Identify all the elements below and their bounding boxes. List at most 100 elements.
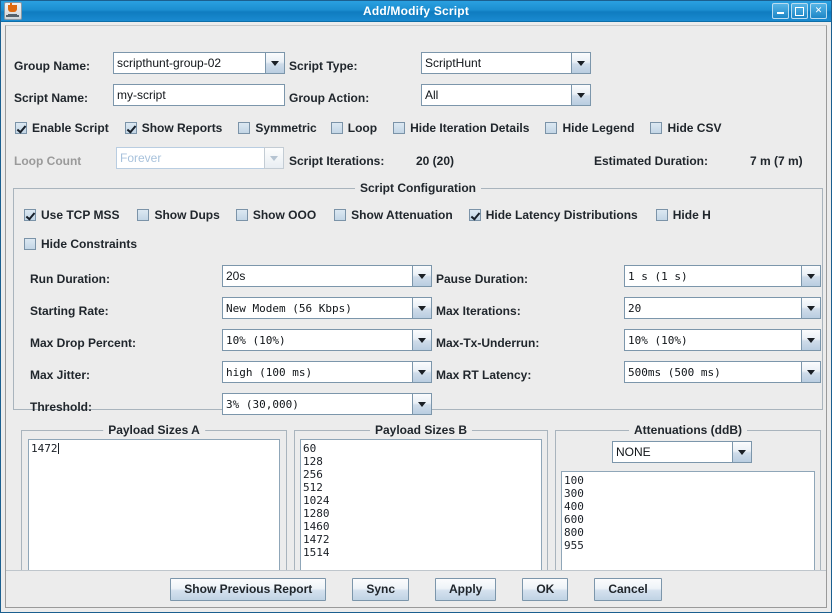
- checkbox-loop[interactable]: Loop: [330, 121, 378, 135]
- script-iterations-label: Script Iterations:: [289, 154, 385, 168]
- checkbox-symmetric[interactable]: Symmetric: [238, 121, 317, 135]
- checkbox-show-reports[interactable]: Show Reports: [124, 121, 222, 135]
- checkbox-hide-iteration-details[interactable]: Hide Iteration Details: [393, 121, 529, 135]
- attenuations-selected: NONE: [612, 441, 732, 463]
- combo-starting-rate[interactable]: New Modem (56 Kbps): [222, 297, 432, 319]
- combo-max-iterations[interactable]: 20: [624, 297, 821, 319]
- chevron-down-icon[interactable]: [412, 329, 432, 351]
- checkbox-label: Symmetric: [255, 121, 317, 135]
- checkbox-unchecked-icon: [334, 209, 347, 221]
- list-item: 400: [564, 500, 584, 513]
- attenuations-combo[interactable]: NONE: [612, 441, 752, 463]
- combo-max-tx-underrun[interactable]: 10% (10%): [624, 329, 821, 351]
- button-apply[interactable]: Apply: [435, 577, 497, 601]
- label-pause-duration: Pause Duration:: [436, 272, 529, 286]
- list-item: 1472: [303, 533, 330, 546]
- checkbox-unchecked-icon: [235, 209, 248, 221]
- list-item: 60: [303, 442, 317, 455]
- attenuations-textarea[interactable]: 100 300 400 600 800 955: [561, 471, 815, 582]
- chevron-down-icon[interactable]: [412, 297, 432, 319]
- loop-count-value: Forever: [116, 147, 264, 169]
- script-type-label: Script Type:: [289, 59, 358, 73]
- chevron-down-icon: [264, 147, 284, 169]
- button-sync[interactable]: Sync: [352, 577, 409, 601]
- java-cup-icon: [4, 2, 22, 20]
- list-item: 1472: [31, 442, 59, 455]
- title-bar: Add/Modify Script ✕: [1, 1, 831, 22]
- combo-pause-duration[interactable]: 1 s (1 s): [624, 265, 821, 287]
- dialog-content: Group Name: scripthunt-group-02 Script T…: [5, 25, 827, 608]
- chevron-down-icon[interactable]: [801, 329, 821, 351]
- combo-threshold[interactable]: 3% (30,000): [222, 393, 432, 415]
- checkbox-checked-icon: [24, 209, 36, 221]
- list-item: 600: [564, 513, 584, 526]
- script-config-options-row-2: Hide Constraints: [24, 235, 137, 253]
- chevron-down-icon[interactable]: [571, 52, 591, 74]
- script-config-options-row-1: Use TCP MSS Show Dups Show OOO Show Attenua…: [24, 206, 822, 224]
- chevron-down-icon[interactable]: [412, 265, 432, 287]
- checkbox-unchecked-icon: [238, 122, 251, 134]
- window-title: Add/Modify Script: [362, 4, 470, 18]
- list-item: 128: [303, 455, 323, 468]
- combo-run-duration[interactable]: 20s: [222, 265, 432, 287]
- list-item: 1024: [303, 494, 330, 507]
- checkbox-hide-h[interactable]: Hide H: [655, 208, 711, 222]
- combo-value-pause-duration: 1 s (1 s): [624, 265, 801, 287]
- script-name-input[interactable]: my-script: [113, 84, 285, 106]
- estimated-duration-value: 7 m (7 m): [750, 154, 803, 168]
- checkbox-unchecked-icon: [330, 122, 343, 134]
- maximize-button[interactable]: [791, 3, 808, 19]
- text-caret: [57, 443, 59, 454]
- payload-sizes-a-textarea[interactable]: 1472: [28, 439, 280, 582]
- checkbox-hide-latency-distributions[interactable]: Hide Latency Distributions: [468, 208, 638, 222]
- payload-sizes-b-textarea[interactable]: 60 128 256 512 1024 1280 1460 1472 1514: [300, 439, 542, 582]
- minimize-button[interactable]: [772, 3, 789, 19]
- checkbox-hide-csv[interactable]: Hide CSV: [650, 121, 721, 135]
- group-action-combo[interactable]: All: [421, 84, 591, 106]
- payload-sizes-a-panel: Payload Sizes A 1472: [21, 423, 287, 590]
- checkbox-label: Show OOO: [252, 208, 317, 222]
- script-iterations-value: 20 (20): [416, 154, 455, 168]
- chevron-down-icon[interactable]: [571, 84, 591, 106]
- button-show-previous-report[interactable]: Show Previous Report: [170, 577, 327, 601]
- label-max-iterations: Max Iterations:: [436, 304, 521, 318]
- combo-value-threshold: 3% (30,000): [222, 393, 412, 415]
- group-name-value: scripthunt-group-02: [113, 52, 265, 74]
- script-type-combo[interactable]: ScriptHunt: [421, 52, 591, 74]
- combo-value-starting-rate: New Modem (56 Kbps): [222, 297, 412, 319]
- combo-max-rt-latency[interactable]: 500ms (500 ms): [624, 361, 821, 383]
- checkbox-label: Hide H: [672, 208, 711, 222]
- chevron-down-icon[interactable]: [412, 393, 432, 415]
- chevron-down-icon[interactable]: [801, 361, 821, 383]
- chevron-down-icon[interactable]: [412, 361, 432, 383]
- group-name-combo[interactable]: scripthunt-group-02: [113, 52, 285, 74]
- close-icon[interactable]: ✕: [810, 3, 827, 19]
- checkbox-use-tcp-mss[interactable]: Use TCP MSS: [24, 208, 119, 222]
- checkbox-unchecked-icon: [655, 209, 668, 221]
- checkbox-hide-constraints[interactable]: Hide Constraints: [24, 237, 137, 251]
- checkbox-hide-legend[interactable]: Hide Legend: [545, 121, 634, 135]
- button-cancel[interactable]: Cancel: [594, 577, 662, 601]
- checkbox-checked-icon: [468, 209, 481, 221]
- checkbox-label: Use TCP MSS: [41, 208, 120, 222]
- chevron-down-icon[interactable]: [732, 441, 752, 463]
- combo-max-drop-percent[interactable]: 10% (10%): [222, 329, 432, 351]
- chevron-down-icon[interactable]: [801, 297, 821, 319]
- payload-sizes-b-title: Payload Sizes B: [369, 423, 473, 437]
- estimated-duration-label: Estimated Duration:: [594, 154, 709, 168]
- button-ok[interactable]: OK: [522, 577, 569, 601]
- chevron-down-icon[interactable]: [801, 265, 821, 287]
- checkbox-show-dups[interactable]: Show Dups: [137, 208, 220, 222]
- checkbox-show-ooo[interactable]: Show OOO: [235, 208, 317, 222]
- chevron-down-icon[interactable]: [265, 52, 285, 74]
- combo-value-max-drop-percent: 10% (10%): [222, 329, 412, 351]
- checkbox-label: Loop: [347, 121, 378, 135]
- checkbox-label: Hide Constraints: [41, 237, 138, 251]
- checkbox-show-attenuation[interactable]: Show Attenuation: [334, 208, 453, 222]
- combo-value-run-duration: 20s: [222, 265, 412, 287]
- combo-value-max-jitter: high (100 ms): [222, 361, 412, 383]
- checkbox-enable-script[interactable]: Enable Script: [15, 121, 109, 135]
- payload-sizes-b-panel: Payload Sizes B 60 128 256 512 1024 1280 1460 1…: [294, 423, 548, 590]
- checkbox-label: Hide Latency Distributions: [485, 208, 638, 222]
- combo-max-jitter[interactable]: high (100 ms): [222, 361, 432, 383]
